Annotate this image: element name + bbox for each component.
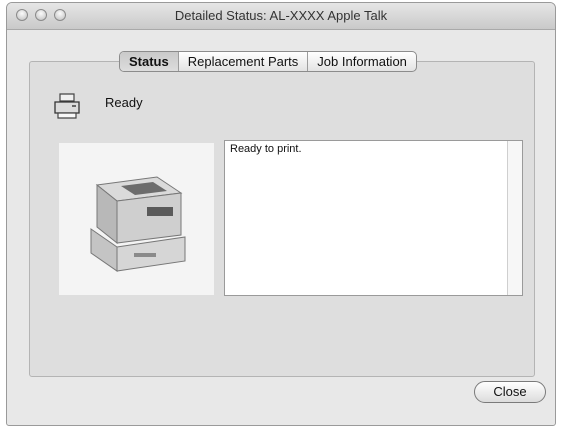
status-message-text: Ready to print. [230, 143, 302, 155]
status-text: Ready [105, 95, 143, 110]
printer-illustration [90, 176, 186, 272]
tab-replacement-parts[interactable]: Replacement Parts [179, 52, 309, 71]
status-message-box[interactable]: Ready to print. [224, 140, 523, 296]
title-bar[interactable]: Detailed Status: AL-XXXX Apple Talk [7, 3, 555, 30]
tab-bar: Status Replacement Parts Job Information [119, 51, 417, 72]
window-title: Detailed Status: AL-XXXX Apple Talk [174, 8, 388, 23]
tab-job-information[interactable]: Job Information [308, 52, 416, 71]
tab-status[interactable]: Status [120, 52, 179, 71]
close-button[interactable]: Close [474, 381, 546, 403]
printer-status-icon [54, 93, 80, 119]
printer-image [59, 143, 214, 295]
message-scrollbar[interactable] [507, 141, 522, 295]
status-window: Detailed Status: AL-XXXX Apple Talk Stat… [6, 2, 556, 426]
